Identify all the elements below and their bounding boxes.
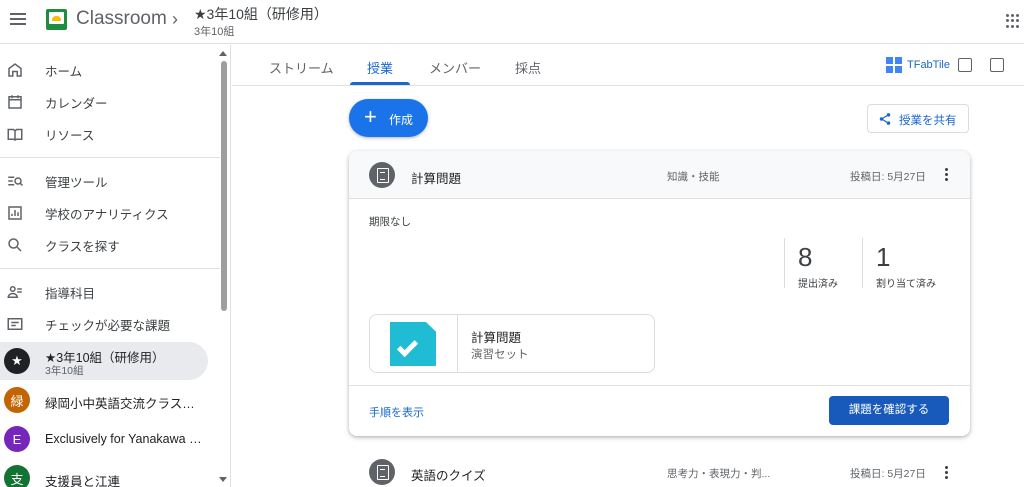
sidebar-item-label: カレンダー	[45, 96, 108, 111]
sidebar-item-to-review[interactable]: チェックが必要な課題	[0, 308, 210, 340]
sidebar-scrollbar-thumb[interactable]	[221, 61, 227, 311]
active-tab-indicator	[350, 82, 410, 85]
classroom-logo-icon[interactable]	[46, 9, 67, 30]
assignment-posted-date: 投稿日: 5月27日	[850, 468, 926, 480]
more-options-icon[interactable]	[945, 466, 949, 482]
tile-grid-icon	[886, 57, 902, 73]
assignment-title[interactable]: 計算問題	[411, 168, 461, 187]
class-avatar: E	[4, 426, 30, 452]
sidebar-class-item[interactable]: 支 支援員と江連	[0, 459, 208, 487]
sidebar-item-label: リソース	[45, 128, 95, 143]
tab-stream[interactable]: ストリーム	[269, 58, 334, 77]
analytics-icon	[8, 206, 22, 220]
create-button[interactable]: + 作成	[349, 99, 428, 137]
sidebar-divider	[0, 157, 220, 158]
assignment-posted-date: 投稿日: 5月27日	[850, 171, 926, 183]
sidebar-divider	[0, 268, 220, 269]
sidebar-item-label: 管理ツール	[45, 175, 108, 190]
assignment-title[interactable]: 英語のクイズ	[411, 465, 486, 484]
sidebar-class-item[interactable]: 緑 緑岡小中英語交流クラスル...	[0, 381, 208, 419]
tfabtile-button[interactable]: TFabTile	[886, 57, 950, 73]
search-icon	[8, 238, 22, 252]
attachment-card[interactable]: 計算問題 演習セット	[369, 314, 655, 373]
sidebar-item-calendar[interactable]: カレンダー	[0, 86, 210, 118]
tfabtile-label: TFabTile	[907, 59, 950, 71]
class-tabs: ストリーム 授業 メンバー 採点 TFabTile	[232, 45, 1024, 86]
plus-icon: +	[364, 104, 377, 129]
book-icon	[7, 128, 23, 141]
sidebar-item-find-class[interactable]: クラスを探す	[0, 229, 210, 261]
breadcrumb-chevron-icon: ›	[172, 9, 178, 29]
assignment-topic: 思考力・表現力・判...	[667, 468, 771, 480]
share-icon	[879, 113, 891, 125]
attachment-title: 計算問題	[471, 331, 522, 345]
tab-grades[interactable]: 採点	[515, 58, 541, 77]
todo-icon	[7, 318, 23, 330]
turned-in-label: 提出済み	[798, 279, 838, 290]
tab-classwork[interactable]: 授業	[367, 58, 393, 77]
review-work-button[interactable]: 課題を確認する	[829, 396, 949, 425]
sidebar-class-item[interactable]: ★ ★3年10組（研修用） 3年10組	[0, 342, 208, 380]
class-avatar: 緑	[4, 387, 30, 413]
assignment-topic: 知識・技能	[667, 171, 720, 183]
breadcrumb-class-section: 3年10組	[194, 26, 235, 38]
assignment-icon	[369, 162, 395, 188]
stat-divider	[784, 238, 785, 288]
top-app-bar: Classroom › ★3年10組（研修用） 3年10組	[0, 0, 1024, 44]
share-label: 授業を共有	[899, 115, 957, 127]
turned-in-count[interactable]: 8	[798, 242, 812, 273]
sidebar: ホーム カレンダー リソース 管理ツール 学校のアナリティクス クラスを探す 指…	[0, 45, 231, 487]
home-icon	[8, 63, 22, 77]
sidebar-item-label: クラスを探す	[45, 239, 120, 254]
scroll-down-arrow-icon[interactable]	[219, 477, 227, 482]
create-label: 作成	[389, 113, 414, 127]
sidebar-item-label: チェックが必要な課題	[45, 318, 171, 333]
gradebook-icon[interactable]	[958, 58, 972, 72]
assignment-header[interactable]: 計算問題 知識・技能 投稿日: 5月27日	[349, 151, 970, 199]
sidebar-item-label: 学校のアナリティクス	[45, 207, 169, 222]
class-name: 支援員と江連	[45, 475, 121, 487]
sidebar-item-label: 指導科目	[45, 286, 96, 301]
assignment-icon	[369, 459, 395, 485]
assigned-count[interactable]: 1	[876, 242, 890, 273]
class-name: 緑岡小中英語交流クラスル...	[45, 397, 205, 411]
assignment-footer: 手順を表示 課題を確認する	[349, 385, 970, 436]
assigned-label: 割り当て済み	[876, 279, 936, 290]
more-options-icon[interactable]	[945, 168, 949, 184]
calendar-icon	[8, 95, 22, 109]
calendar-icon[interactable]	[990, 58, 1004, 72]
share-classwork-button[interactable]: 授業を共有	[867, 104, 969, 133]
sidebar-item-admin-tools[interactable]: 管理ツール	[0, 165, 210, 197]
class-avatar: ★	[4, 348, 30, 374]
sidebar-item-label: ホーム	[45, 64, 83, 79]
breadcrumb-class-name[interactable]: ★3年10組（研修用）	[194, 4, 328, 24]
main-menu-icon[interactable]	[8, 10, 28, 30]
class-name: Exclusively for Yanakawa a...	[45, 432, 205, 446]
sidebar-item-resources[interactable]: リソース	[0, 118, 210, 150]
sidebar-item-home[interactable]: ホーム	[0, 54, 210, 86]
people-icon	[7, 286, 22, 298]
google-apps-icon[interactable]	[1006, 14, 1020, 28]
attachment-type: 演習セット	[471, 349, 529, 361]
class-section: 3年10組	[45, 365, 84, 377]
due-date: 期限なし	[369, 216, 411, 228]
attachment-thumbnail	[370, 315, 458, 372]
admin-tools-icon	[8, 176, 24, 187]
view-instructions-link[interactable]: 手順を表示	[369, 404, 424, 420]
sidebar-class-item[interactable]: E Exclusively for Yanakawa a...	[0, 420, 208, 458]
scroll-up-arrow-icon[interactable]	[219, 51, 227, 56]
tab-people[interactable]: メンバー	[429, 58, 481, 77]
sidebar-item-analytics[interactable]: 学校のアナリティクス	[0, 197, 210, 229]
class-avatar: 支	[4, 465, 30, 487]
app-title[interactable]: Classroom	[76, 8, 167, 30]
sidebar-item-teaching[interactable]: 指導科目	[0, 276, 210, 308]
assignment-card: 計算問題 知識・技能 投稿日: 5月27日 期限なし 8 提出済み 1 割り当て…	[349, 151, 970, 436]
stat-divider	[862, 238, 863, 288]
